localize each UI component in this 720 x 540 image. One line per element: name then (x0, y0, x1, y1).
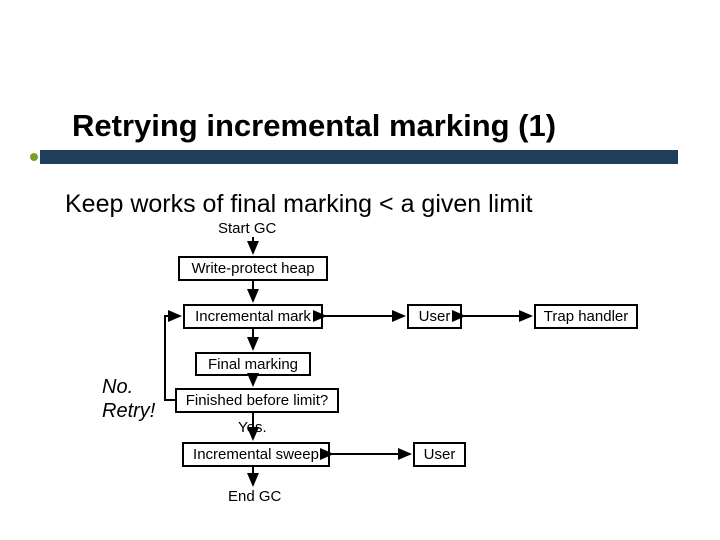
box-user-2-label: User (424, 446, 456, 463)
box-write-protect: Write-protect heap (178, 256, 328, 281)
title-bullet (30, 153, 38, 161)
box-user-1-label: User (419, 308, 451, 325)
box-trap-handler: Trap handler (534, 304, 638, 329)
box-user-2: User (413, 442, 466, 467)
box-decision: Finished before limit? (175, 388, 339, 413)
slide-title: Retrying incremental marking (1) (72, 108, 690, 144)
retry-retry: Retry! (102, 400, 155, 422)
box-write-protect-label: Write-protect heap (191, 260, 314, 277)
label-start-gc: Start GC (218, 220, 276, 237)
box-incremental-mark-label: Incremental mark (195, 308, 311, 325)
box-incremental-mark: Incremental mark (183, 304, 323, 329)
box-incremental-sweep-label: Incremental sweep (193, 446, 319, 463)
label-yes: Yes. (238, 419, 267, 436)
box-decision-label: Finished before limit? (186, 392, 329, 409)
title-text: Retrying incremental marking (1) (72, 108, 690, 144)
box-final-marking-label: Final marking (208, 356, 298, 373)
box-trap-handler-label: Trap handler (544, 308, 629, 325)
box-user-1: User (407, 304, 462, 329)
retry-label: No. Retry! (102, 375, 155, 423)
box-incremental-sweep: Incremental sweep (182, 442, 330, 467)
retry-no: No. (102, 376, 133, 398)
title-underline (40, 150, 678, 164)
label-end-gc: End GC (228, 488, 281, 505)
box-final-marking: Final marking (195, 352, 311, 376)
subhead: Keep works of final marking < a given li… (65, 190, 533, 219)
flow-arrows (0, 0, 720, 540)
